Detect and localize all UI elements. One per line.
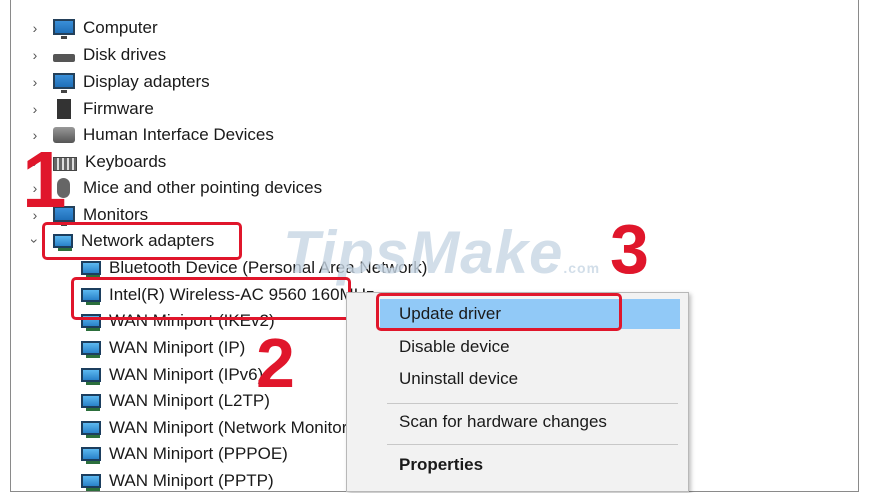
device-label: WAN Miniport (L2TP) xyxy=(109,391,270,410)
network-adapter-icon xyxy=(81,394,101,411)
tree-item-label: Display adapters xyxy=(83,72,210,91)
menu-item-scan-hardware[interactable]: Scan for hardware changes xyxy=(347,407,688,437)
tree-item-disk-drives[interactable]: Disk drives xyxy=(53,42,166,68)
menu-item-disable-device[interactable]: Disable device xyxy=(347,332,688,362)
highlight-network-adapters xyxy=(42,222,242,260)
tree-item-label: Firmware xyxy=(83,99,154,118)
network-adapter-icon xyxy=(81,261,101,278)
step-number-2: 2 xyxy=(256,324,295,402)
tree-item-mice[interactable]: Mice and other pointing devices xyxy=(53,175,322,201)
tree-item-hid[interactable]: Human Interface Devices xyxy=(53,122,274,148)
tree-item-display-adapters[interactable]: Display adapters xyxy=(53,69,210,95)
device-label: WAN Miniport (PPPOE) xyxy=(109,444,288,463)
tree-item-label: Disk drives xyxy=(83,45,167,64)
device-label: WAN Miniport (PPTP) xyxy=(109,471,274,490)
network-adapter-icon xyxy=(81,421,101,438)
expand-chevron-icon[interactable]: › xyxy=(28,69,42,95)
tree-item-firmware[interactable]: Firmware xyxy=(53,96,154,122)
device-item[interactable]: WAN Miniport (IP) xyxy=(81,335,245,361)
network-adapter-icon xyxy=(81,341,101,358)
menu-item-uninstall-device[interactable]: Uninstall device xyxy=(347,364,688,394)
device-item[interactable]: WAN Miniport (Network Monitor) xyxy=(81,415,353,441)
step-number-3: 3 xyxy=(610,210,649,288)
watermark-suffix: .com xyxy=(563,260,601,276)
device-label: WAN Miniport (IP) xyxy=(109,338,246,357)
tree-item-label: Keyboards xyxy=(85,152,167,171)
menu-separator xyxy=(387,444,678,445)
network-adapter-icon xyxy=(81,474,101,491)
device-item[interactable]: WAN Miniport (PPPOE) xyxy=(81,441,288,467)
tree-item-computer[interactable]: Computer xyxy=(53,15,158,41)
tree-item-keyboards[interactable]: Keyboards xyxy=(53,149,166,175)
expand-chevron-icon[interactable]: › xyxy=(28,42,42,68)
display-adapter-icon xyxy=(53,72,75,93)
computer-icon xyxy=(53,18,75,39)
watermark-text: TipsMake xyxy=(283,219,564,286)
device-item[interactable]: WAN Miniport (IPv6) xyxy=(81,362,263,388)
device-label: WAN Miniport (IPv6) xyxy=(109,365,264,384)
menu-item-properties[interactable]: Properties xyxy=(347,450,688,480)
menu-separator xyxy=(387,403,678,404)
tree-item-label: Human Interface Devices xyxy=(83,125,274,144)
highlight-intel-adapter xyxy=(71,277,351,320)
expand-chevron-icon[interactable]: › xyxy=(28,15,42,41)
device-label: WAN Miniport (Network Monitor) xyxy=(109,418,354,437)
firmware-chip-icon xyxy=(57,99,71,119)
network-adapter-icon xyxy=(81,368,101,385)
network-adapter-icon xyxy=(81,447,101,464)
device-item[interactable]: WAN Miniport (L2TP) xyxy=(81,388,270,414)
step-number-1: 1 xyxy=(22,135,67,224)
disk-drive-icon xyxy=(53,54,75,62)
tree-item-label: Computer xyxy=(83,18,158,37)
highlight-update-driver xyxy=(376,293,622,331)
expand-chevron-icon[interactable]: › xyxy=(28,96,42,122)
device-item[interactable]: WAN Miniport (PPTP) xyxy=(81,468,274,491)
tree-item-label: Mice and other pointing devices xyxy=(83,178,323,197)
